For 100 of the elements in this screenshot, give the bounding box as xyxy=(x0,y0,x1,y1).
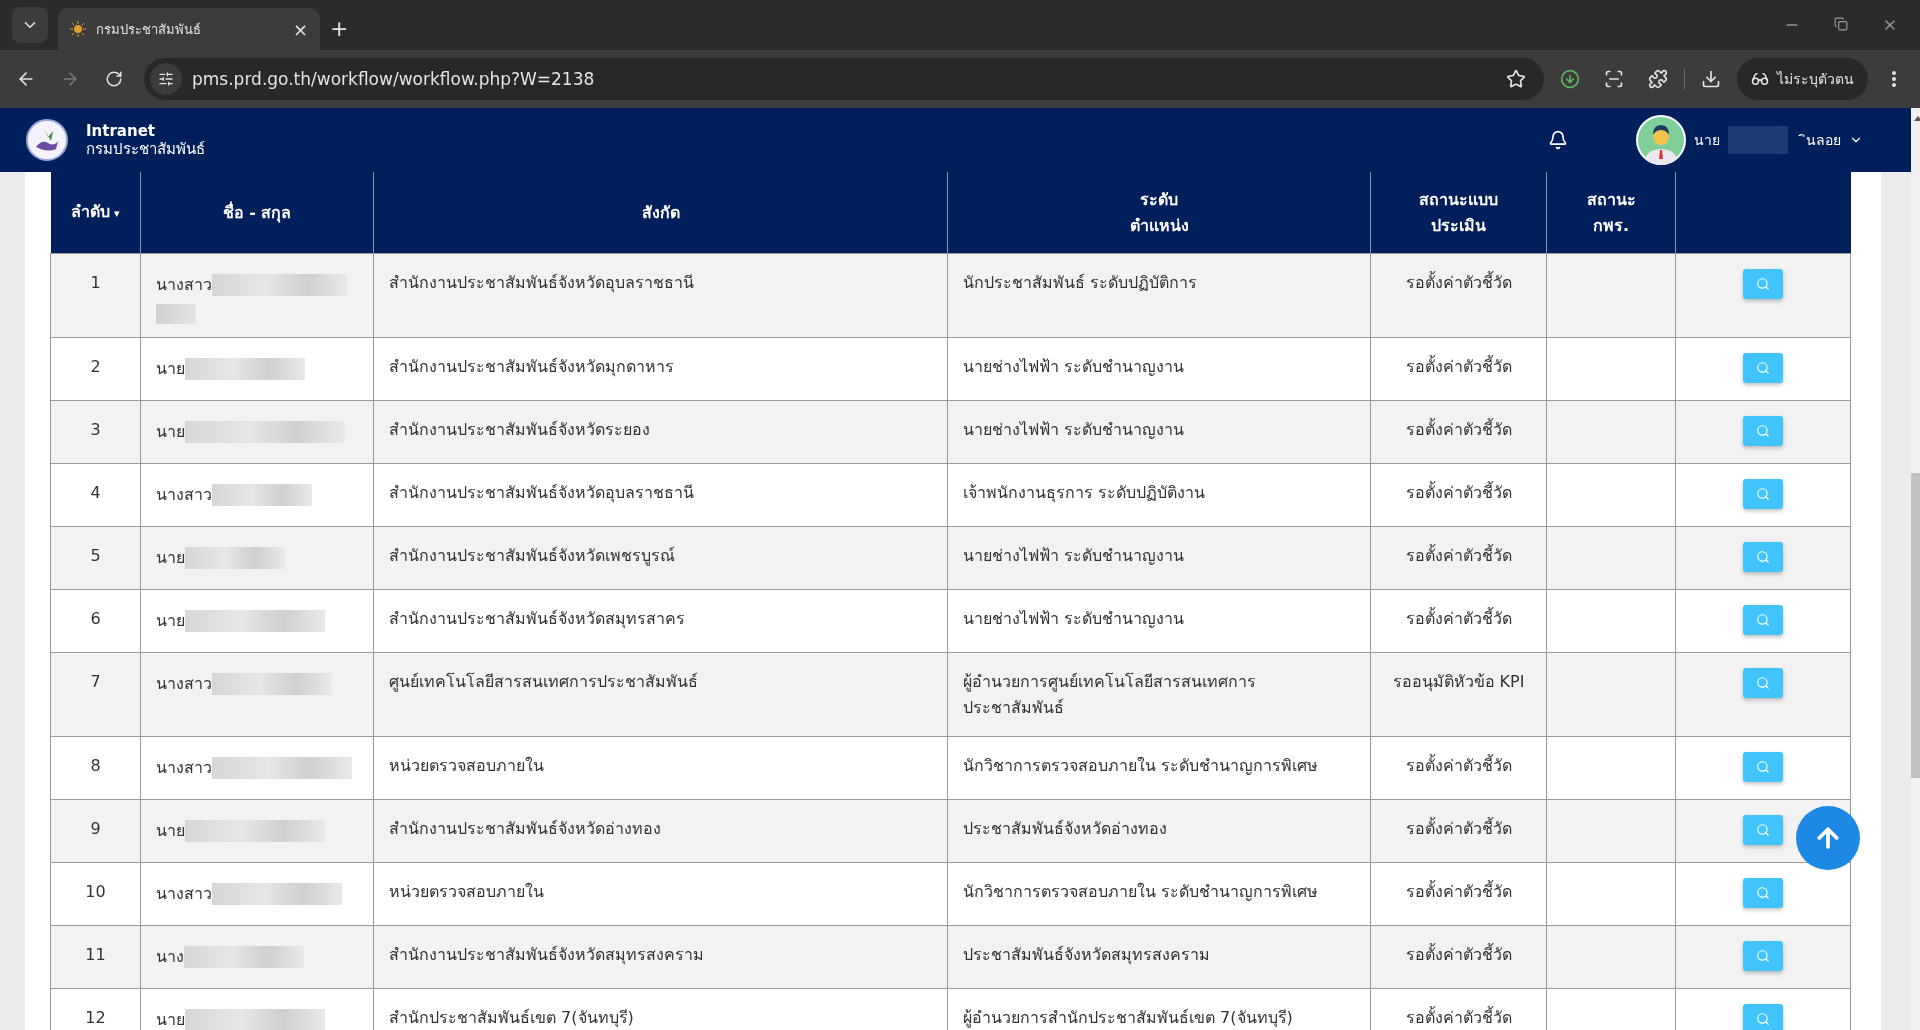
table-cell: 11 xyxy=(50,925,141,989)
search-icon xyxy=(1756,823,1770,837)
column-header: ระดับตำแหน่ง xyxy=(1128,188,1190,237)
table-cell: สำนักงานประชาสัมพันธ์จังหวัดสมุทรสงคราม xyxy=(373,925,948,989)
name-title: นาย xyxy=(156,358,185,380)
table-cell: นักวิชาการตรวจสอบภายใน ระดับชำนาญการพิเศษ xyxy=(947,862,1371,926)
name-title: นาย xyxy=(156,547,185,569)
restore-icon[interactable] xyxy=(1834,17,1848,31)
puzzle-icon xyxy=(1648,69,1668,89)
search-icon xyxy=(1756,1012,1770,1026)
new-tab-button[interactable]: + xyxy=(330,15,349,41)
table-cell: สำนักงานประชาสัมพันธ์จังหวัดระยอง xyxy=(373,400,948,464)
table-cell: รอตั้งค่าตัวชี้วัด xyxy=(1370,736,1547,800)
table-cell: นายช่างไฟฟ้า ระดับชำนาญงาน xyxy=(947,337,1371,401)
tab-list-button[interactable] xyxy=(12,7,48,43)
redacted-name xyxy=(1728,126,1788,154)
table-cell: สำนักงานประชาสัมพันธ์จังหวัดอุบลราชธานี xyxy=(373,253,948,338)
table-cell: ประชาสัมพันธ์จังหวัดอ่างทอง xyxy=(947,799,1371,863)
organization-name: กรมประชาสัมพันธ์ xyxy=(86,140,205,158)
table-cell: ผู้อำนวยการศูนย์เทคโนโลยีสารสนเทศการประชาสัมพันธ์ xyxy=(947,652,1371,737)
table-cell: สำนักงานประชาสัมพันธ์จังหวัดอุบลราชธานี xyxy=(373,463,948,527)
search-icon xyxy=(1756,613,1770,627)
search-icon xyxy=(1756,424,1770,438)
table-cell: 2 xyxy=(50,337,141,401)
scan-frame-icon xyxy=(1604,69,1624,89)
table-cell: รอตั้งค่าตัวชี้วัด xyxy=(1370,526,1547,590)
column-header: ชื่อ - สกุล xyxy=(222,200,292,225)
search-icon xyxy=(1756,760,1770,774)
table-cell: เจ้าพนักงานธุรการ ระดับปฏิบัติงาน xyxy=(947,463,1371,527)
table-cell: รอตั้งค่าตัวชี้วัด xyxy=(1370,862,1547,926)
search-icon xyxy=(1756,886,1770,900)
brand-name: Intranet xyxy=(86,122,156,140)
address-bar[interactable]: pms.prd.go.th/workflow/workflow.php?W=2138 xyxy=(144,58,1544,100)
table-cell: 5 xyxy=(50,526,141,590)
table-cell: 9 xyxy=(50,799,141,863)
search-icon xyxy=(1756,277,1770,291)
table-cell: 3 xyxy=(50,400,141,464)
table-cell: สำนักงานประชาสัมพันธ์จังหวัดสมุทรสาคร xyxy=(373,589,948,653)
user-name-start[interactable]: นาย xyxy=(1694,125,1720,155)
column-header[interactable]: ลำดับ xyxy=(71,198,110,225)
notification-bell-icon[interactable] xyxy=(1548,130,1568,150)
name-title: นางสาว xyxy=(156,274,212,296)
search-icon xyxy=(1756,487,1770,501)
download-circle-icon xyxy=(1560,69,1580,89)
column-header: สถานะแบบประเมิน xyxy=(1418,188,1499,237)
table-cell: รอตั้งค่าตัวชี้วัด xyxy=(1370,925,1547,989)
browser-tab[interactable]: กรมประชาสัมพันธ์ × xyxy=(58,8,320,50)
name-title: นางสาว xyxy=(156,757,212,779)
table-cell: รอตั้งค่าตัวชี้วัด xyxy=(1370,253,1547,338)
table-cell: สำนักงานประชาสัมพันธ์จังหวัดเพชรบูรณ์ xyxy=(373,526,948,590)
search-icon xyxy=(1756,361,1770,375)
kebab-menu-icon xyxy=(1892,71,1896,87)
table-cell: นายช่างไฟฟ้า ระดับชำนาญงาน xyxy=(947,400,1371,464)
table-cell: นักวิชาการตรวจสอบภายใน ระดับชำนาญการพิเศษ xyxy=(947,736,1371,800)
table-cell: รออนุมัติหัวข้อ KPI xyxy=(1370,652,1547,737)
column-header: สถานะ กพร. xyxy=(1585,188,1637,237)
table-cell: สำนักงานประชาสัมพันธ์จังหวัดอ่างทอง xyxy=(373,799,948,863)
search-icon xyxy=(1756,550,1770,564)
table-cell: 8 xyxy=(50,736,141,800)
table-cell: 1 xyxy=(50,253,141,338)
sliders-icon xyxy=(158,71,174,87)
name-title: นางสาว xyxy=(156,484,212,506)
table-cell: 4 xyxy=(50,463,141,527)
reload-icon xyxy=(105,70,123,88)
table-cell: ประชาสัมพันธ์จังหวัดสมุทรสงคราม xyxy=(947,925,1371,989)
column-header: สังกัด xyxy=(641,201,680,224)
name-title: นาง xyxy=(156,946,184,968)
download-icon xyxy=(1701,69,1721,89)
search-icon xyxy=(1756,949,1770,963)
tab-title: กรมประชาสัมพันธ์ xyxy=(96,20,202,39)
table-cell: 7 xyxy=(50,652,141,737)
table-cell: นายช่างไฟฟ้า ระดับชำนาญงาน xyxy=(947,589,1371,653)
table-cell: สำนักงานประชาสัมพันธ์จังหวัดมุกดาหาร xyxy=(373,337,948,401)
name-title: นาย xyxy=(156,421,185,443)
table-cell: 10 xyxy=(50,862,141,926)
table-cell: รอตั้งค่าตัวชี้วัด xyxy=(1370,589,1547,653)
name-title: นางสาว xyxy=(156,673,212,695)
table-cell: หน่วยตรวจสอบภายใน xyxy=(373,862,948,926)
name-title: นาย xyxy=(156,610,185,632)
table-cell: ศูนย์เทคโนโลยีสารสนเทศการประชาสัมพันธ์ xyxy=(373,652,948,737)
table-cell: รอตั้งค่าตัวชี้วัด xyxy=(1370,337,1547,401)
table-cell: รอตั้งค่าตัวชี้วัด xyxy=(1370,400,1547,464)
bookmark-star-icon[interactable] xyxy=(1506,69,1526,89)
blurred-name xyxy=(156,304,196,324)
table-cell: 12 xyxy=(50,988,141,1030)
name-title: นาย xyxy=(156,820,185,842)
table-cell: รอตั้งค่าตัวชี้วัด xyxy=(1370,799,1547,863)
name-title: นางสาว xyxy=(156,883,212,905)
url-text: pms.prd.go.th/workflow/workflow.php?W=2138 xyxy=(192,69,596,89)
user-name-end[interactable]: ินลอย xyxy=(1796,125,1841,155)
table-cell: รอตั้งค่าตัวชี้วัด xyxy=(1370,463,1547,527)
site-settings-button[interactable] xyxy=(150,63,182,95)
profile-button[interactable]: ไม่ระบุตัวตน xyxy=(1737,58,1868,100)
table-cell: หน่วยตรวจสอบภายใน xyxy=(373,736,948,800)
table-cell: 6 xyxy=(50,589,141,653)
sort-caret[interactable]: ▾ xyxy=(114,206,120,220)
avatar-icon xyxy=(1636,115,1686,165)
sun-icon xyxy=(70,21,86,37)
close-tab-button[interactable]: × xyxy=(292,18,308,40)
search-icon xyxy=(1756,676,1770,690)
